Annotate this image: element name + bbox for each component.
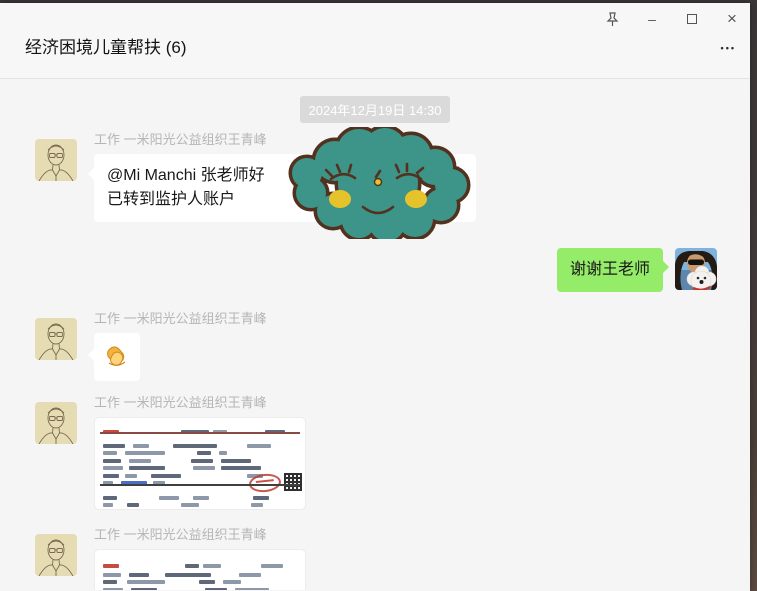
close-button[interactable]: × <box>724 11 740 27</box>
sender-name: 工作 一米阳光公益组织王青峰 <box>94 528 306 542</box>
maximize-icon <box>687 14 697 24</box>
message-group-image: 工作 一米阳光公益组织王青峰 <box>0 396 750 510</box>
desktop-background: 经济困境儿童帮扶 (6) – × ••• 2024年12月19日 14:30 <box>0 0 757 591</box>
message-group-emoji: 工作 一米阳光公益组织王青峰 <box>0 312 750 381</box>
sketch-man-avatar[interactable] <box>35 139 77 181</box>
chat-title: 经济困境儿童帮扶 (6) <box>25 33 187 58</box>
maximize-button[interactable] <box>684 11 700 27</box>
woman-with-white-dog-avatar[interactable] <box>675 248 717 290</box>
teal-cloud-smiley-sticker[interactable] <box>283 127 473 239</box>
fist-palm-salute-emoji <box>104 343 130 369</box>
more-menu-button[interactable]: ••• <box>717 39 740 57</box>
sender-name: 工作 一米阳光公益组织王青峰 <box>94 312 267 326</box>
minimize-button[interactable]: – <box>644 11 660 27</box>
message-group-image: 工作 一米阳光公益组织王青峰 <box>0 528 750 590</box>
date-header-badge: 2024年12月19日 14:30 <box>300 96 451 123</box>
wechat-chat-window: 经济困境儿童帮扶 (6) – × ••• 2024年12月19日 14:30 <box>0 3 750 591</box>
message-group-reply: 谢谢王老师 <box>0 248 750 292</box>
titlebar: 经济困境儿童帮扶 (6) – × ••• <box>0 3 750 79</box>
sender-name: 工作 一米阳光公益组织王青峰 <box>94 396 306 410</box>
reply-message-bubble[interactable]: 谢谢王老师 <box>557 248 663 292</box>
emoji-message-bubble[interactable] <box>94 333 140 381</box>
bank-transfer-receipt-photo-partial[interactable] <box>94 549 306 590</box>
sketch-man-avatar[interactable] <box>35 402 77 444</box>
pin-icon[interactable] <box>604 11 620 27</box>
bank-transfer-receipt-photo[interactable] <box>94 417 306 510</box>
window-controls: – × <box>604 11 740 27</box>
sketch-man-avatar[interactable] <box>35 318 77 360</box>
sketch-man-avatar[interactable] <box>35 534 77 576</box>
chat-message-area: 2024年12月19日 14:30 <box>0 79 750 590</box>
